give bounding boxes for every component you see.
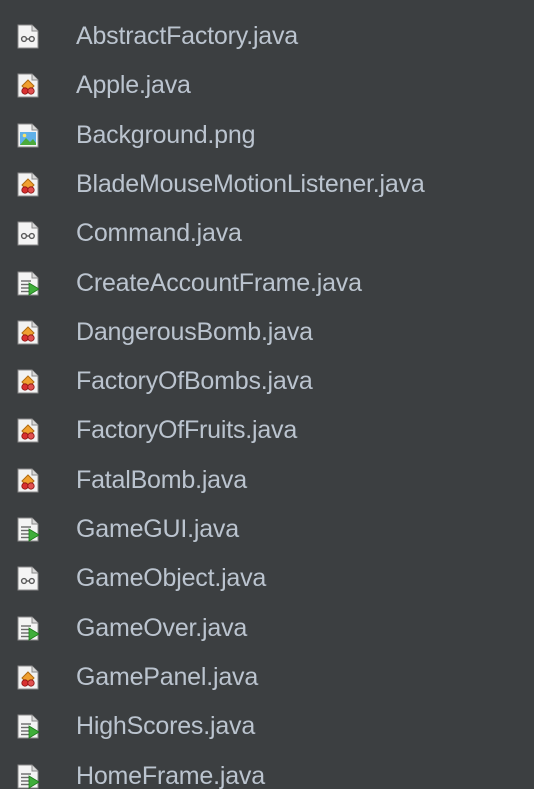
interface-file-icon (17, 221, 39, 246)
file-list-item[interactable]: GameObject.java (0, 554, 534, 603)
class-file-icon (17, 73, 39, 98)
file-list: AbstractFactory.java Apple.java Backgrou… (0, 0, 534, 789)
file-list-item[interactable]: FactoryOfBombs.java (0, 357, 534, 406)
file-name-label: GamePanel.java (76, 663, 259, 691)
runnable-class-file-icon (17, 271, 39, 296)
file-list-item[interactable]: GameGUI.java (0, 505, 534, 554)
file-name-label: DangerousBomb.java (76, 318, 313, 346)
file-list-item[interactable]: GameOver.java (0, 604, 534, 653)
image-file-icon (17, 123, 39, 148)
file-name-label: BladeMouseMotionListener.java (76, 170, 425, 198)
file-list-item[interactable]: HighScores.java (0, 702, 534, 751)
file-name-label: HomeFrame.java (76, 762, 265, 789)
runnable-class-file-icon (17, 764, 39, 789)
file-list-item[interactable]: HomeFrame.java (0, 752, 534, 789)
file-list-item[interactable]: BladeMouseMotionListener.java (0, 160, 534, 209)
interface-file-icon (17, 566, 39, 591)
file-list-item[interactable]: FactoryOfFruits.java (0, 406, 534, 455)
file-name-label: FactoryOfBombs.java (76, 367, 313, 395)
runnable-class-file-icon (17, 517, 39, 542)
file-list-item[interactable]: GamePanel.java (0, 653, 534, 702)
class-file-icon (17, 665, 39, 690)
file-list-item[interactable]: Command.java (0, 209, 534, 258)
class-file-icon (17, 468, 39, 493)
file-name-label: AbstractFactory.java (76, 22, 299, 50)
file-name-label: FatalBomb.java (76, 466, 247, 494)
file-name-label: HighScores.java (76, 712, 256, 740)
file-list-item[interactable]: Background.png (0, 111, 534, 160)
runnable-class-file-icon (17, 714, 39, 739)
class-file-icon (17, 172, 39, 197)
file-name-label: CreateAccountFrame.java (76, 269, 362, 297)
file-list-item[interactable]: Apple.java (0, 61, 534, 110)
file-list-item[interactable]: DangerousBomb.java (0, 308, 534, 357)
class-file-icon (17, 320, 39, 345)
class-file-icon (17, 369, 39, 394)
file-name-label: Apple.java (76, 71, 191, 99)
runnable-class-file-icon (17, 616, 39, 641)
file-name-label: Background.png (76, 121, 256, 149)
file-name-label: FactoryOfFruits.java (76, 416, 298, 444)
file-name-label: Command.java (76, 219, 242, 247)
interface-file-icon (17, 24, 39, 49)
file-list-item[interactable]: FatalBomb.java (0, 456, 534, 505)
class-file-icon (17, 418, 39, 443)
file-name-label: GameObject.java (76, 564, 267, 592)
file-name-label: GameOver.java (76, 614, 248, 642)
file-name-label: GameGUI.java (76, 515, 239, 543)
file-list-item[interactable]: AbstractFactory.java (0, 12, 534, 61)
file-list-item[interactable]: CreateAccountFrame.java (0, 259, 534, 308)
